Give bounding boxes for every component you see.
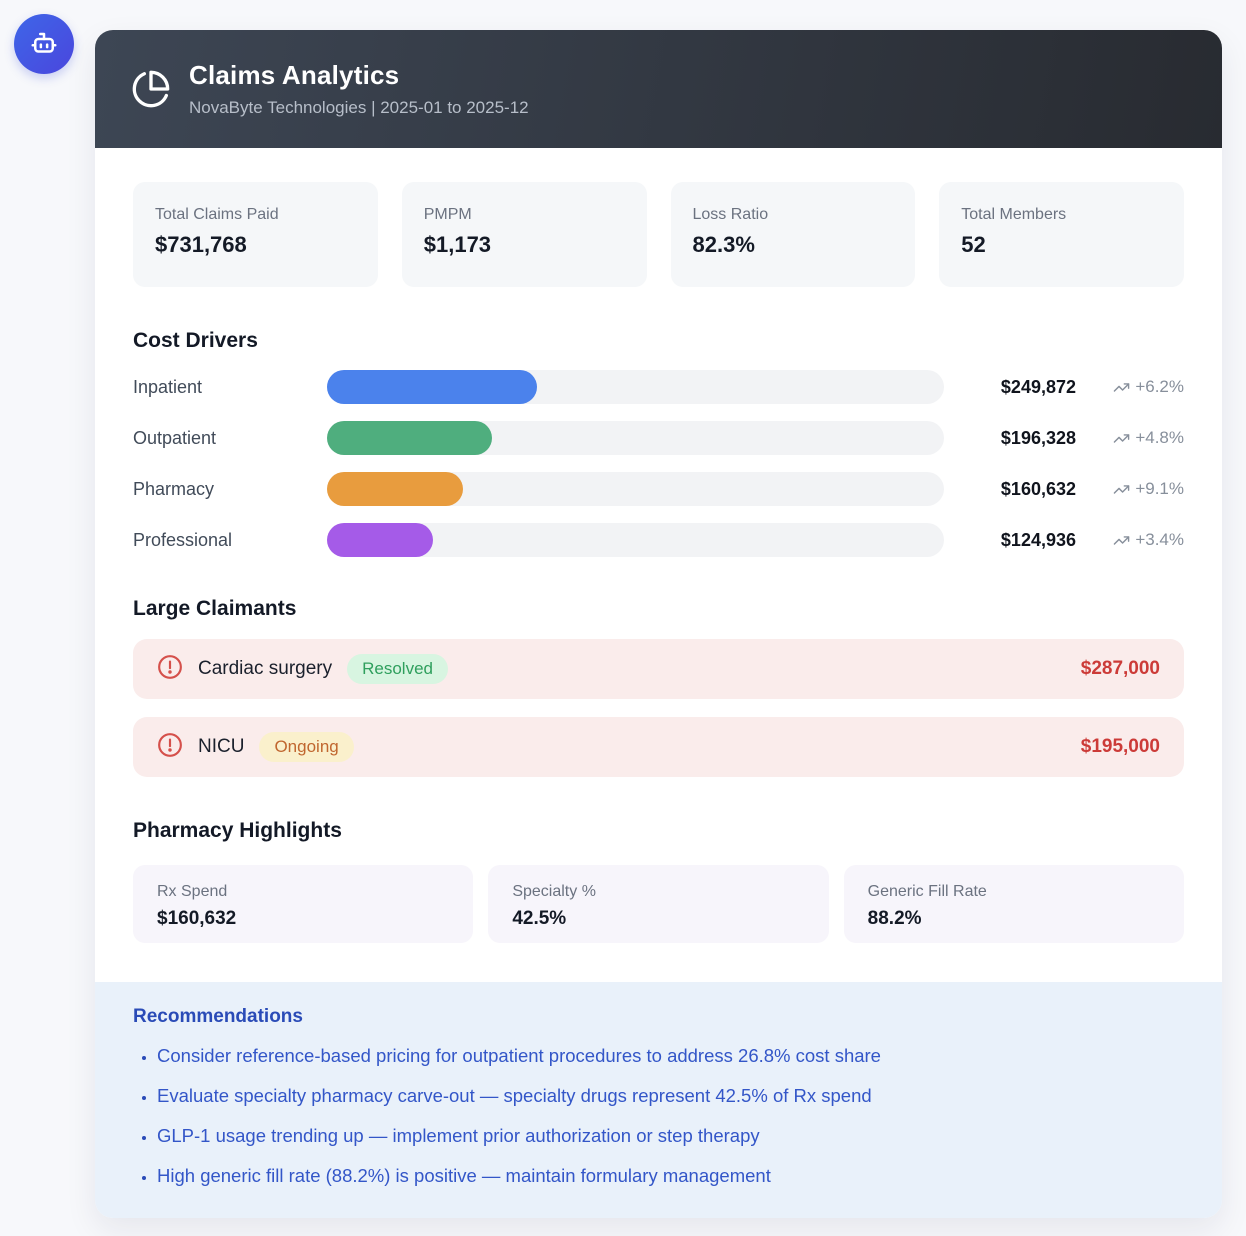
driver-bar-track [327, 421, 944, 455]
status-badge: Resolved [347, 654, 448, 684]
driver-label: Pharmacy [133, 479, 327, 500]
driver-amount: $124,936 [944, 530, 1076, 551]
driver-row-professional: Professional $124,936 +3.4% [133, 523, 1184, 557]
kpi-row: Total Claims Paid $731,768 PMPM $1,173 L… [133, 182, 1184, 287]
driver-label: Professional [133, 530, 327, 551]
alert-circle-icon [157, 654, 183, 685]
claimant-name: Cardiac surgery [198, 658, 332, 680]
claimant-row-cardiac-surgery: Cardiac surgery Resolved $287,000 [133, 639, 1184, 699]
kpi-label: Loss Ratio [693, 206, 894, 224]
kpi-label: Total Members [961, 206, 1162, 224]
driver-bar-fill [327, 472, 463, 506]
driver-bar-fill [327, 370, 537, 404]
alert-circle-icon [157, 732, 183, 763]
recommendation-item: GLP-1 usage trending up — implement prio… [157, 1122, 1184, 1149]
pharmacy-card-generic-fill-rate: Generic Fill Rate 88.2% [844, 865, 1184, 943]
driver-bar-track [327, 370, 944, 404]
driver-label: Inpatient [133, 377, 327, 398]
kpi-pmpm: PMPM $1,173 [402, 182, 647, 287]
cost-drivers-section: Cost Drivers Inpatient $249,872 +6.2% Ou… [133, 329, 1184, 557]
recommendations-title: Recommendations [133, 1006, 1184, 1028]
pharmacy-highlights-section: Pharmacy Highlights Rx Spend $160,632 Sp… [133, 819, 1184, 943]
recommendation-item: Evaluate specialty pharmacy carve-out — … [157, 1082, 1184, 1109]
trending-up-icon [1113, 430, 1130, 447]
driver-trend-value: +4.8% [1135, 428, 1184, 448]
recommendation-item: High generic fill rate (88.2%) is positi… [157, 1162, 1184, 1189]
claims-analytics-card: Claims Analytics NovaByte Technologies |… [95, 30, 1222, 1218]
recommendations-panel: Recommendations Consider reference-based… [95, 982, 1222, 1218]
driver-trend-value: +9.1% [1135, 479, 1184, 499]
driver-trend-value: +3.4% [1135, 530, 1184, 550]
driver-row-inpatient: Inpatient $249,872 +6.2% [133, 370, 1184, 404]
page-title: Claims Analytics [189, 60, 529, 91]
kpi-label: PMPM [424, 206, 625, 224]
page-subtitle: NovaByte Technologies | 2025-01 to 2025-… [189, 98, 529, 118]
driver-amount: $249,872 [944, 377, 1076, 398]
pharmacy-card-specialty-pct: Specialty % 42.5% [488, 865, 828, 943]
assistant-avatar-button[interactable] [14, 14, 74, 74]
pharmacy-card-label: Rx Spend [157, 883, 449, 901]
pharmacy-card-value: 88.2% [868, 908, 1160, 930]
pharmacy-card-value: 42.5% [512, 908, 804, 930]
claimant-name: NICU [198, 736, 244, 758]
driver-bar-fill [327, 421, 492, 455]
kpi-total-members: Total Members 52 [939, 182, 1184, 287]
driver-row-outpatient: Outpatient $196,328 +4.8% [133, 421, 1184, 455]
trending-up-icon [1113, 481, 1130, 498]
driver-bar-track [327, 472, 944, 506]
pharmacy-card-label: Generic Fill Rate [868, 883, 1160, 901]
pie-chart-icon [131, 69, 171, 109]
recommendation-item: Consider reference-based pricing for out… [157, 1042, 1184, 1069]
kpi-loss-ratio: Loss Ratio 82.3% [671, 182, 916, 287]
driver-trend: +9.1% [1076, 479, 1184, 499]
claimant-amount: $195,000 [1081, 736, 1160, 758]
driver-amount: $160,632 [944, 479, 1076, 500]
claimant-row-nicu: NICU Ongoing $195,000 [133, 717, 1184, 777]
driver-trend: +6.2% [1076, 377, 1184, 397]
kpi-value: $731,768 [155, 232, 356, 258]
claimant-amount: $287,000 [1081, 658, 1160, 680]
pharmacy-card-value: $160,632 [157, 908, 449, 930]
robot-icon [29, 29, 59, 59]
driver-row-pharmacy: Pharmacy $160,632 +9.1% [133, 472, 1184, 506]
driver-amount: $196,328 [944, 428, 1076, 449]
recommendations-list: Consider reference-based pricing for out… [133, 1042, 1184, 1189]
pharmacy-card-label: Specialty % [512, 883, 804, 901]
kpi-value: 52 [961, 232, 1162, 258]
section-title-cost-drivers: Cost Drivers [133, 329, 1184, 353]
driver-bar-track [327, 523, 944, 557]
pharmacy-cards-row: Rx Spend $160,632 Specialty % 42.5% Gene… [133, 865, 1184, 943]
trending-up-icon [1113, 379, 1130, 396]
trending-up-icon [1113, 532, 1130, 549]
driver-trend-value: +6.2% [1135, 377, 1184, 397]
section-title-pharmacy-highlights: Pharmacy Highlights [133, 819, 1184, 843]
driver-label: Outpatient [133, 428, 327, 449]
kpi-value: $1,173 [424, 232, 625, 258]
driver-trend: +4.8% [1076, 428, 1184, 448]
kpi-value: 82.3% [693, 232, 894, 258]
large-claimants-section: Large Claimants Cardiac surgery Resolved… [133, 597, 1184, 777]
driver-bar-fill [327, 523, 433, 557]
section-title-large-claimants: Large Claimants [133, 597, 1184, 621]
status-badge: Ongoing [259, 732, 353, 762]
card-body: Total Claims Paid $731,768 PMPM $1,173 L… [95, 148, 1222, 982]
card-header: Claims Analytics NovaByte Technologies |… [95, 30, 1222, 148]
pharmacy-card-rx-spend: Rx Spend $160,632 [133, 865, 473, 943]
kpi-label: Total Claims Paid [155, 206, 356, 224]
kpi-total-claims-paid: Total Claims Paid $731,768 [133, 182, 378, 287]
driver-trend: +3.4% [1076, 530, 1184, 550]
